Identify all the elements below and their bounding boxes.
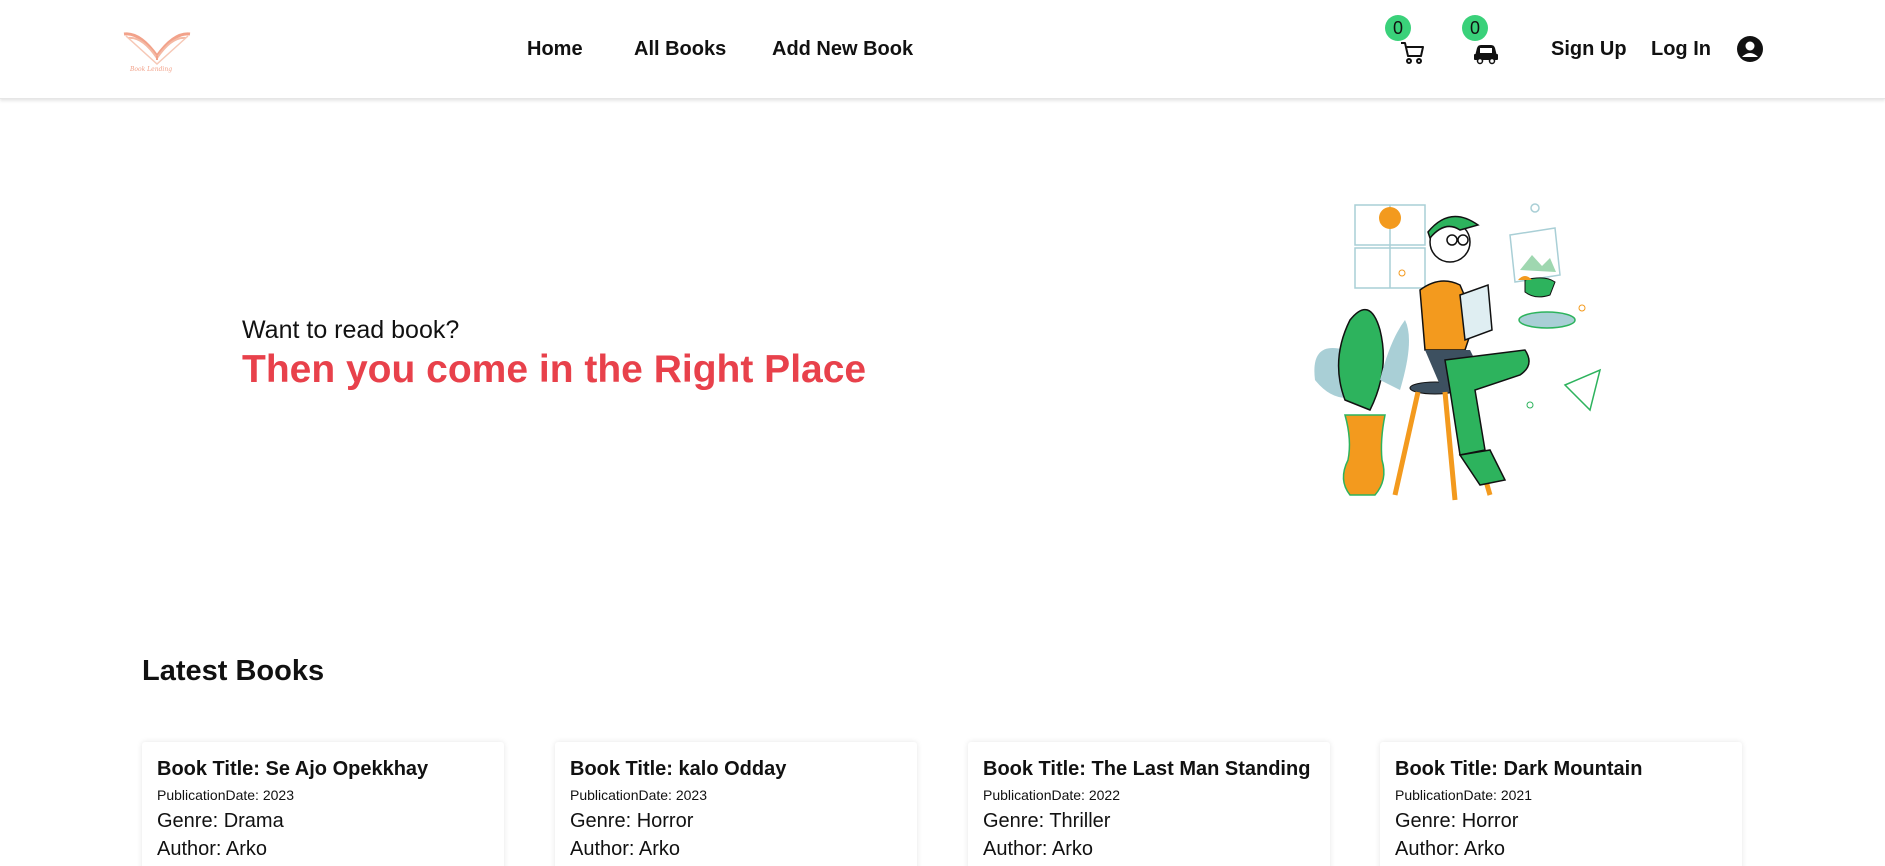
book-genre: Genre: Thriller xyxy=(983,810,1111,832)
svg-text:Book Lending: Book Lending xyxy=(129,66,172,73)
borrowed-button[interactable] xyxy=(1472,38,1500,66)
book-publication-date: PublicationDate: 2023 xyxy=(570,787,707,803)
cart-icon xyxy=(1401,42,1424,64)
book-author: Author: Arko xyxy=(1395,838,1506,860)
book-card[interactable]: Book Title: kalo Odday PublicationDate: … xyxy=(555,742,917,866)
book-card[interactable]: Book Title: Se Ajo Opekkhay PublicationD… xyxy=(142,742,504,866)
book-title: Book Title: The Last Man Standing xyxy=(983,758,1311,780)
signup-link[interactable]: Sign Up xyxy=(1551,38,1627,61)
book-publication-date: PublicationDate: 2022 xyxy=(983,787,1120,803)
book-logo-icon: Book Lending xyxy=(123,32,191,73)
book-genre: Genre: Horror xyxy=(1395,810,1519,832)
book-title: Book Title: kalo Odday xyxy=(570,758,787,780)
cart-button[interactable] xyxy=(1398,38,1426,66)
reading-person-illustration xyxy=(1314,203,1602,501)
navbar: Book Lending Home All Books Add New Book… xyxy=(0,0,1885,99)
book-author: Author: Arko xyxy=(570,838,681,860)
book-title: Book Title: Se Ajo Opekkhay xyxy=(157,758,429,780)
user-circle-icon xyxy=(1737,36,1763,62)
book-genre: Genre: Horror xyxy=(570,810,694,832)
book-card[interactable]: Book Title: The Last Man Standing Public… xyxy=(968,742,1330,866)
book-publication-date: PublicationDate: 2023 xyxy=(157,787,294,803)
book-title: Book Title: Dark Mountain xyxy=(1395,758,1643,780)
book-genre: Genre: Drama xyxy=(157,810,284,832)
book-author: Author: Arko xyxy=(983,838,1094,860)
book-author: Author: Arko xyxy=(157,838,268,860)
hero-illustration xyxy=(1310,200,1610,505)
nav-home-link[interactable]: Home xyxy=(527,38,583,61)
hero-title: Then you come in the Right Place xyxy=(242,348,867,391)
nav-add-book-link[interactable]: Add New Book xyxy=(772,38,913,61)
user-profile-button[interactable] xyxy=(1736,35,1764,63)
login-link[interactable]: Log In xyxy=(1651,38,1711,61)
book-card[interactable]: Book Title: Dark Mountain PublicationDat… xyxy=(1380,742,1742,866)
car-icon xyxy=(1474,45,1498,65)
book-publication-date: PublicationDate: 2021 xyxy=(1395,787,1532,803)
latest-books-heading: Latest Books xyxy=(142,655,325,687)
nav-all-books-link[interactable]: All Books xyxy=(634,38,726,61)
site-logo[interactable]: Book Lending xyxy=(120,26,194,74)
hero-subtitle: Want to read book? xyxy=(242,316,460,344)
